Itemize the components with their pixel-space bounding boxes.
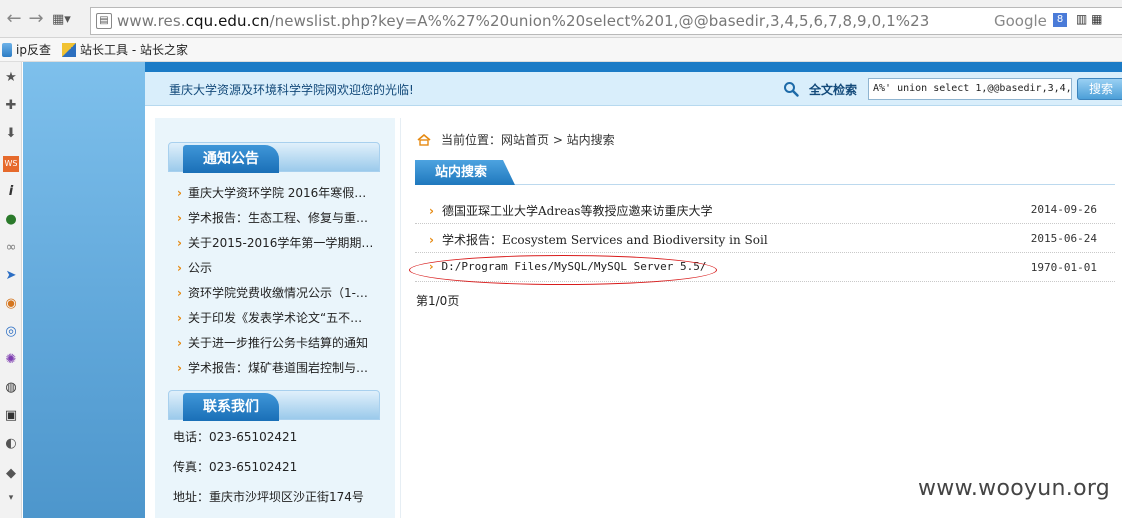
notice-item[interactable]: 学术报告：煤矿巷道围岩控制与… — [177, 359, 373, 376]
breadcrumb: 当前位置：网站首页 > 站内搜索 — [441, 133, 615, 147]
search-input[interactable]: A%' union select 1,@@basedir,3,4, — [868, 78, 1072, 100]
browser-toolbar: ← → ▦▾ ▤ www.res.cqu.edu.cn/newslist.php… — [0, 0, 1122, 38]
search-engine-label[interactable]: Google — [994, 12, 1047, 30]
purple-icon[interactable]: ✺ — [3, 352, 19, 368]
contact-phone: 电话：023-65102421 — [173, 430, 298, 444]
notice-item[interactable]: 重庆大学资环学院 2016年寒假… — [177, 184, 373, 201]
google-icon[interactable]: 8 — [1053, 13, 1067, 27]
contact-address: 地址：重庆市沙坪坝区沙正街174号 — [173, 490, 364, 504]
cursor-icon[interactable]: ➤ — [3, 268, 19, 284]
address-bar[interactable]: ▤ www.res.cqu.edu.cn/newslist.php?key=A%… — [90, 7, 1122, 35]
extension-icons[interactable]: ▥ ▦ — [1076, 12, 1103, 26]
page-side-gradient — [23, 62, 145, 518]
orange-icon[interactable]: ◉ — [3, 296, 19, 312]
grid-icon[interactable]: ▣ — [3, 408, 19, 424]
notice-item[interactable]: 关于进一步推行公务卡结算的通知 — [177, 334, 373, 351]
watermark: www.wooyun.org — [918, 476, 1111, 501]
welcome-text: 重庆大学资源及环境科学学院网欢迎您的光临! — [169, 83, 414, 97]
forward-arrow-icon[interactable]: → — [26, 9, 46, 29]
tag-icon[interactable]: ◆ — [3, 466, 19, 482]
notice-header: 通知公告 — [168, 142, 380, 173]
bookmarks-bar: ip反查 站长工具 - 站长之家 — [0, 38, 1122, 62]
glasses-icon[interactable]: ∞ — [3, 240, 19, 256]
left-column: 通知公告 重庆大学资环学院 2016年寒假… 学术报告：生态工程、修复与重… 关… — [155, 118, 395, 518]
globe-icon[interactable]: ● — [3, 212, 19, 228]
notice-item[interactable]: 学术报告：生态工程、修复与重… — [177, 209, 373, 226]
result-title[interactable]: 学术报告：Ecosystem Services and Biodiversity… — [429, 231, 768, 248]
palette-icon[interactable]: ◍ — [3, 380, 19, 396]
section-title: 站内搜索 — [415, 160, 515, 185]
extension-sidebar: ★ ✚ ⬇ WS i ● ∞ ➤ ◉ ◎ ✺ ◍ ▣ ◐ ◆ ▾ — [0, 62, 22, 518]
result-date: 2014-09-26 — [1030, 203, 1097, 216]
ball-icon[interactable]: ◐ — [3, 436, 19, 452]
contact-header: 联系我们 — [168, 390, 380, 421]
result-title[interactable]: 德国亚琛工业大学Adreas等教授应邀来访重庆大学 — [429, 202, 713, 219]
top-stripe — [145, 62, 1122, 72]
fulltext-search-label: 全文检索 — [809, 83, 858, 97]
home-icon — [417, 134, 431, 146]
search-button[interactable]: 搜索 — [1077, 78, 1122, 100]
contact-fax: 传真：023-65102421 — [173, 460, 298, 474]
swirl-icon[interactable]: ◎ — [3, 324, 19, 340]
right-column: 当前位置：网站首页 > 站内搜索 站内搜索 德国亚琛工业大学Adreas等教授应… — [400, 118, 1122, 518]
apps-grid-icon[interactable]: ▦▾ — [52, 11, 82, 29]
bookmark-ip-lookup[interactable]: ip反查 — [2, 41, 51, 58]
url-text[interactable]: www.res.cqu.edu.cn/newslist.php?key=A%%2… — [117, 12, 929, 30]
result-date: 2015-06-24 — [1030, 232, 1097, 245]
notice-title: 通知公告 — [183, 145, 279, 173]
notice-item[interactable]: 资环学院党费收缴情况公示（1-… — [177, 284, 373, 301]
section-divider — [415, 184, 1115, 185]
notice-item[interactable]: 关于2015-2016学年第一学期期… — [177, 234, 373, 251]
contact-title: 联系我们 — [183, 393, 279, 421]
more-icon[interactable]: ▾ — [3, 490, 19, 506]
pager: 第1/0页 — [416, 294, 460, 308]
table-row: 学术报告：Ecosystem Services and Biodiversity… — [415, 224, 1115, 253]
back-arrow-icon[interactable]: ← — [4, 9, 24, 29]
highlight-ellipse — [409, 255, 717, 285]
page-icon: ▤ — [96, 13, 112, 29]
table-row: 德国亚琛工业大学Adreas等教授应邀来访重庆大学 2014-09-26 — [415, 195, 1115, 224]
puzzle-icon[interactable]: ✚ — [3, 98, 19, 114]
star-icon[interactable]: ★ — [3, 70, 19, 86]
ws-icon[interactable]: WS — [3, 156, 19, 172]
bookmark-chinaz[interactable]: 站长工具 - 站长之家 — [62, 41, 188, 58]
chinaz-icon — [62, 43, 76, 57]
info-icon[interactable]: i — [3, 184, 19, 200]
search-icon — [784, 82, 799, 97]
notice-item[interactable]: 公示 — [177, 259, 373, 276]
result-date: 1970-01-01 — [1030, 261, 1097, 274]
download-icon[interactable]: ⬇ — [3, 126, 19, 142]
ip-icon — [2, 43, 12, 57]
notice-item[interactable]: 关于印发《发表学术论文“五不… — [177, 309, 373, 326]
site-header: 重庆大学资源及环境科学学院网欢迎您的光临! 全文检索 A%' union sel… — [145, 72, 1122, 106]
